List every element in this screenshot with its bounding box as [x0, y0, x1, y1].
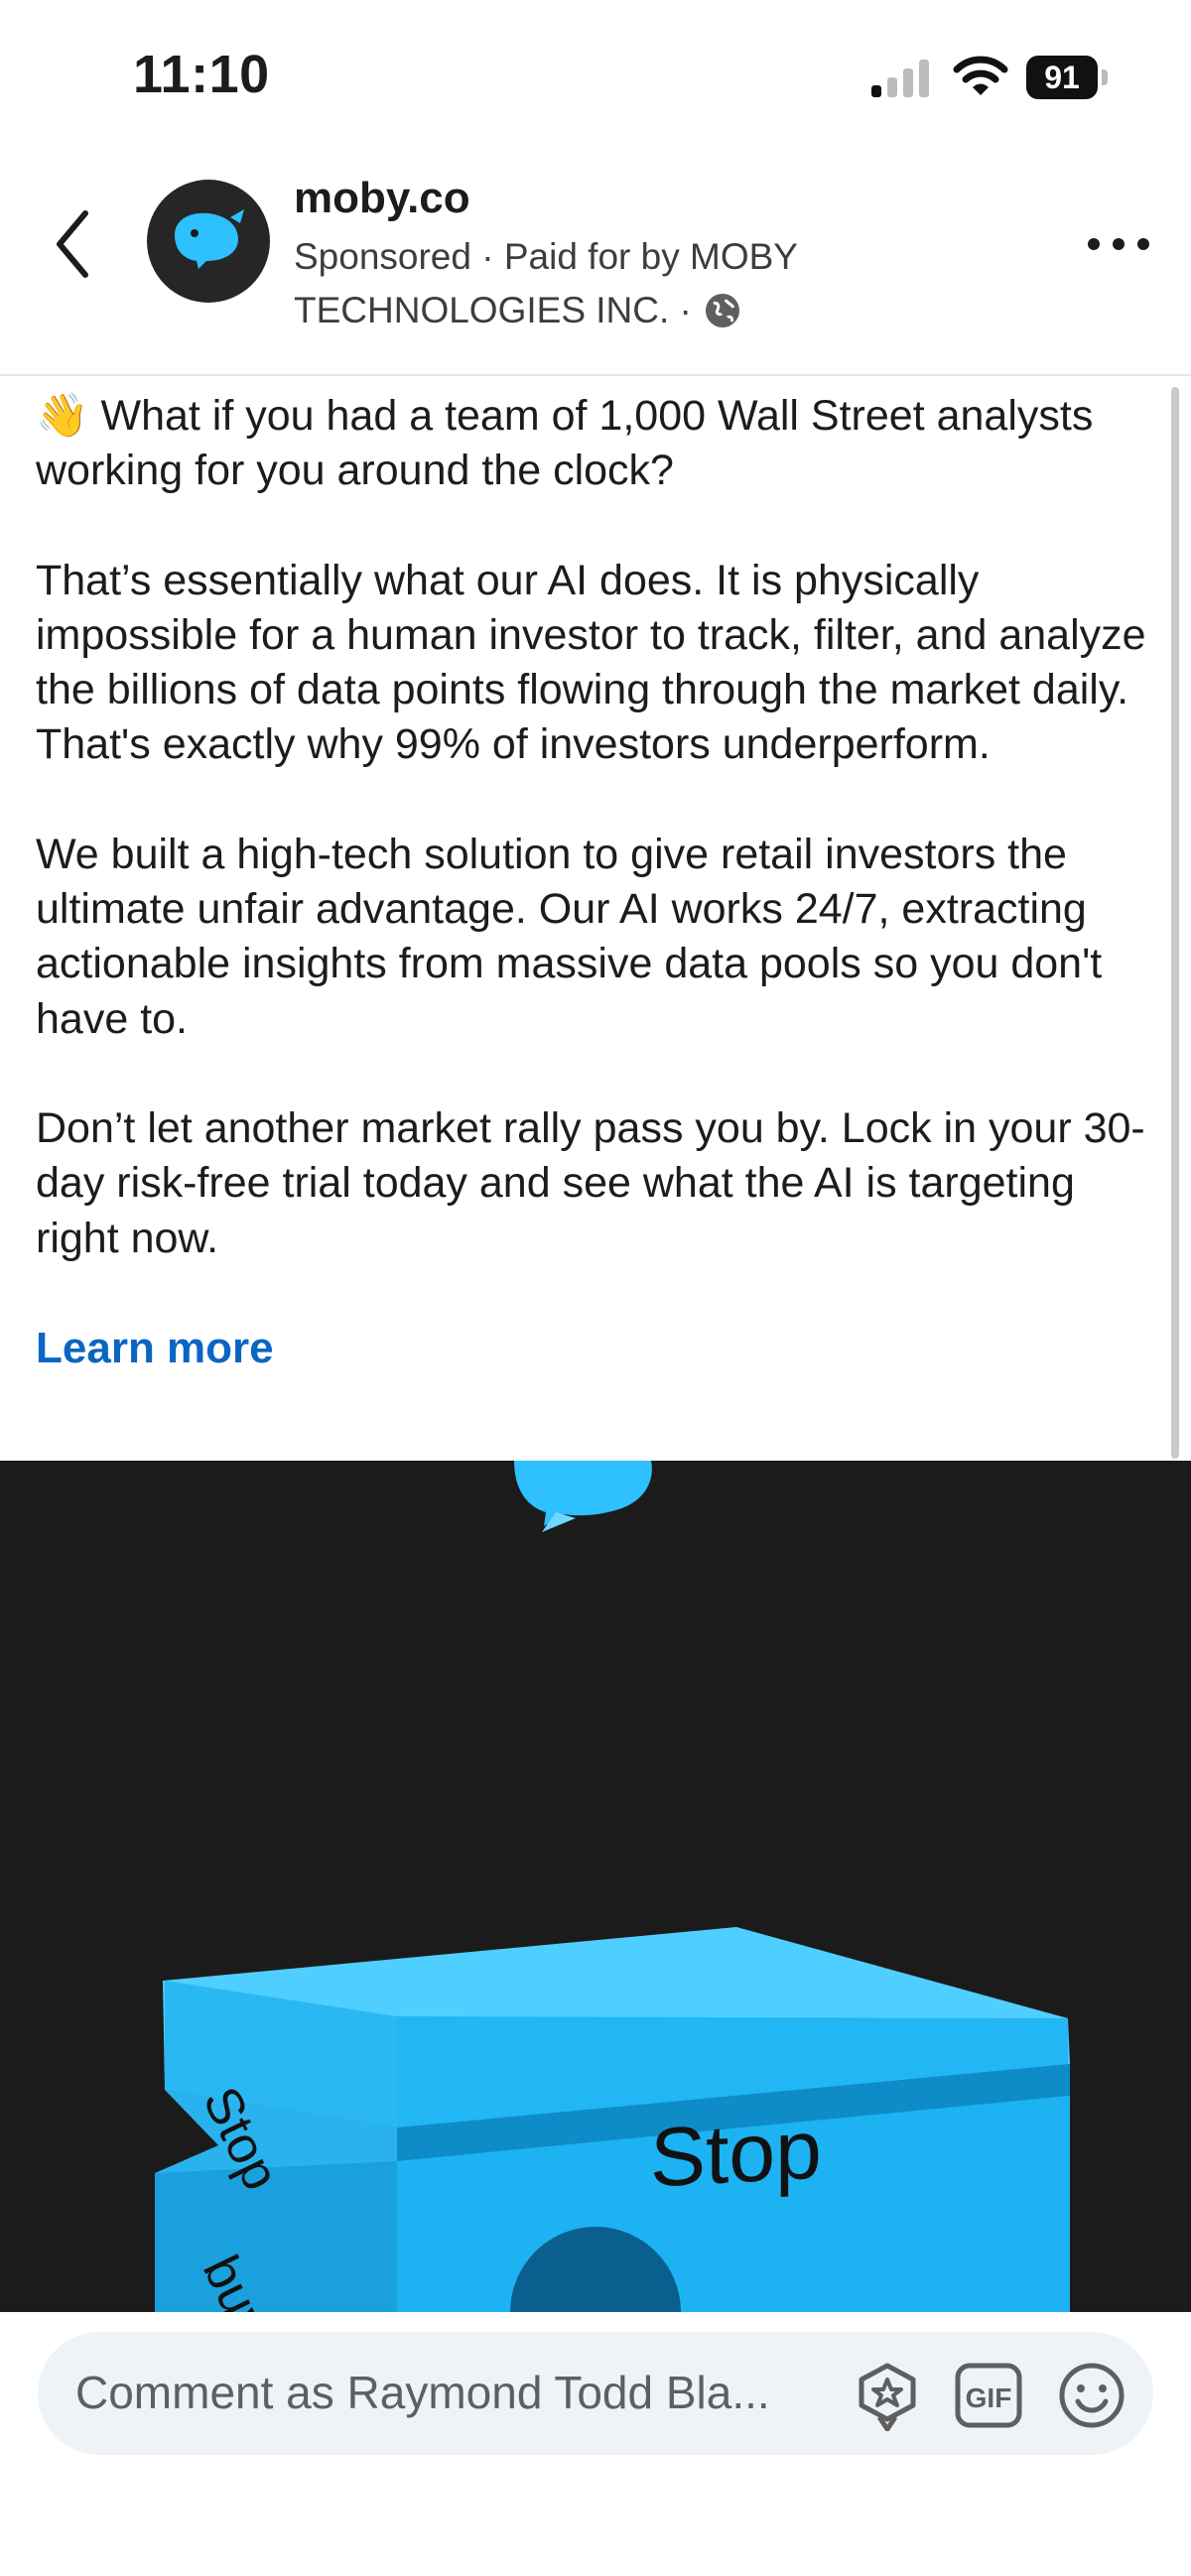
gif-icon[interactable]: GIF: [953, 2360, 1024, 2431]
back-icon[interactable]: [44, 199, 103, 289]
advertiser-name[interactable]: moby.co: [294, 174, 470, 223]
sticker-icon[interactable]: [852, 2360, 923, 2431]
whale-icon: [175, 209, 244, 269]
block-text-front: Stop: [650, 2102, 822, 2205]
globe-icon: [705, 294, 739, 327]
post-paragraph: 👋 What if you had a team of 1,000 Wall S…: [36, 392, 1094, 495]
battery-level: 91: [1026, 56, 1098, 99]
scrollbar[interactable]: [1171, 387, 1179, 1459]
cellular-signal-icon: [871, 60, 929, 97]
post-paragraph: That’s essentially what our AI does. It …: [36, 556, 1146, 769]
ad-video-frame: [155, 1461, 1070, 2312]
svg-text:GIF: GIF: [966, 2383, 1012, 2413]
ad-video[interactable]: Stop Stop buying: [0, 1461, 1191, 2312]
learn-more-link[interactable]: Learn more: [36, 1321, 1167, 1375]
post-body: 👋 What if you had a team of 1,000 Wall S…: [36, 389, 1167, 1375]
comment-bar: Comment as Raymond Todd Bla... GIF: [0, 2312, 1191, 2576]
comment-input[interactable]: Comment as Raymond Todd Bla... GIF: [38, 2332, 1153, 2455]
paid-for-label: TECHNOLOGIES INC. ·: [294, 290, 741, 331]
post-paragraph: We built a high-tech solution to give re…: [36, 830, 1103, 1043]
post-header: moby.co Sponsored · Paid for by MOBY TEC…: [0, 164, 1191, 376]
whale-icon: [514, 1461, 652, 1532]
battery-indicator: 91: [1026, 56, 1110, 99]
wifi-icon: [953, 56, 1008, 95]
sponsored-label: Sponsored · Paid for by MOBY: [294, 236, 798, 277]
battery-tip: [1102, 69, 1108, 85]
more-icon[interactable]: [1084, 229, 1153, 259]
paid-for-text: TECHNOLOGIES INC. ·: [294, 290, 692, 330]
stacked-blocks: [155, 1927, 1070, 2312]
advertiser-avatar[interactable]: [147, 180, 270, 303]
status-time: 11:10: [133, 45, 270, 104]
emoji-icon[interactable]: [1056, 2360, 1127, 2431]
comment-placeholder: Comment as Raymond Todd Bla...: [75, 2367, 770, 2418]
post-paragraph: Don’t let another market rally pass you …: [36, 1103, 1145, 1262]
status-bar: 11:10 91: [0, 0, 1191, 159]
